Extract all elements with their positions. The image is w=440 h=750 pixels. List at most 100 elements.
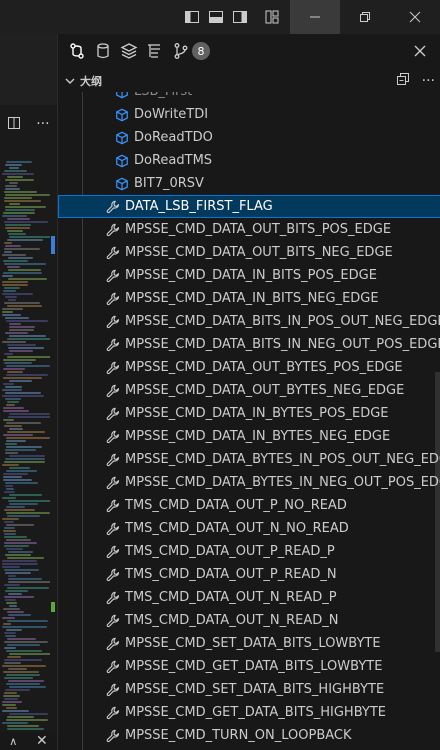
outline-item-label: TMS_CMD_DATA_OUT_N_READ_P <box>125 590 337 605</box>
outline-item-constant[interactable]: MPSSE_CMD_SET_DATA_BITS_LOWBYTE <box>58 632 440 655</box>
minimap-line <box>6 161 32 163</box>
minimap-line <box>5 392 41 394</box>
minimap-line <box>6 539 31 541</box>
outline-item-constant[interactable]: MPSSE_CMD_SET_DATA_BITS_HIGHBYTE <box>58 678 440 701</box>
outline-item-constant[interactable]: MPSSE_CMD_GET_DATA_BITS_HIGHBYTE <box>58 701 440 724</box>
outline-item-method[interactable]: BIT7_0RSV <box>58 172 440 195</box>
outline-item-constant[interactable]: TMS_CMD_DATA_OUT_P_NO_READ <box>58 494 440 517</box>
more-actions-icon[interactable]: ··· <box>422 73 435 89</box>
outline-item-constant[interactable]: MPSSE_CMD_DATA_OUT_BYTES_NEG_EDGE <box>58 379 440 402</box>
minimap-line <box>3 212 35 214</box>
minimap-line <box>9 503 38 505</box>
editor-actions: ··· <box>0 112 57 136</box>
outline-item-constant[interactable]: TMS_CMD_DATA_OUT_N_READ_N <box>58 609 440 632</box>
minimize-button[interactable] <box>290 0 340 34</box>
outline-item-constant[interactable]: TMS_CMD_DATA_OUT_P_READ_N <box>58 563 440 586</box>
outline-item-label: MPSSE_CMD_DATA_BITS_IN_NEG_OUT_POS_EDGE <box>125 337 440 352</box>
minimap-line <box>7 725 39 727</box>
outline-item-constant[interactable]: TMS_CMD_DATA_OUT_N_READ_P <box>58 586 440 609</box>
git-branch-icon[interactable] <box>170 40 192 62</box>
extensions-icon[interactable] <box>118 40 140 62</box>
outline-item-constant[interactable]: MPSSE_CMD_DATA_OUT_BITS_POS_EDGE <box>58 218 440 241</box>
minimap-line <box>3 671 39 673</box>
outline-item-constant[interactable]: MPSSE_CMD_DATA_IN_BYTES_POS_EDGE <box>58 402 440 425</box>
outline-section-header[interactable]: 大纲 ··· <box>58 70 440 92</box>
outline-item-method[interactable]: DoReadTMS <box>58 149 440 172</box>
close-window-button[interactable] <box>390 0 440 34</box>
minimap-line <box>9 236 50 238</box>
wrench-icon <box>105 291 121 307</box>
minimap-line <box>5 398 21 400</box>
restore-button[interactable] <box>340 0 390 34</box>
minimap-line <box>9 329 34 331</box>
outline-item-constant[interactable]: MPSSE_CMD_DATA_BYTES_IN_NEG_OUT_POS_EDGE <box>58 471 440 494</box>
section-actions: ··· <box>384 70 435 92</box>
minimap[interactable] <box>0 160 50 735</box>
outline-item-constant[interactable]: MPSSE_CMD_DATA_BYTES_IN_POS_OUT_NEG_EDGE <box>58 448 440 471</box>
panel-controls: ∧ ✕ <box>0 732 57 750</box>
outline-item-label: TMS_CMD_DATA_OUT_P_READ_P <box>125 544 335 559</box>
minimap-line <box>2 254 26 256</box>
outline-item-constant[interactable]: MPSSE_CMD_DATA_IN_BITS_NEG_EDGE <box>58 287 440 310</box>
split-editor-icon[interactable] <box>7 115 21 134</box>
outline-item-constant[interactable]: MPSSE_CMD_DATA_OUT_BITS_NEG_EDGE <box>58 241 440 264</box>
minimap-line <box>5 206 46 208</box>
minimap-line <box>4 302 40 304</box>
database-icon[interactable] <box>92 40 114 62</box>
minimap-line <box>8 551 33 553</box>
minimap-line <box>6 437 50 439</box>
more-actions-icon[interactable]: ··· <box>36 116 49 132</box>
source-control-icon[interactable] <box>66 40 88 62</box>
title-bar <box>0 0 440 34</box>
collapse-all-icon[interactable] <box>396 72 410 90</box>
outline-item-constant[interactable]: MPSSE_CMD_DATA_OUT_BYTES_POS_EDGE <box>58 356 440 379</box>
outline-item-label: MPSSE_CMD_DATA_IN_BITS_NEG_EDGE <box>125 291 379 306</box>
minimap-line <box>9 455 45 457</box>
minimap-line <box>8 593 22 595</box>
minimap-line <box>8 278 47 280</box>
minimap-line <box>4 491 15 493</box>
outline-item-constant[interactable]: MPSSE_CMD_DATA_IN_BYTES_NEG_EDGE <box>58 425 440 448</box>
minimap-line <box>6 707 17 709</box>
outline-item-constant[interactable]: TMS_CMD_DATA_OUT_P_READ_P <box>58 540 440 563</box>
wrench-icon <box>105 705 121 721</box>
minimap-line <box>4 662 21 664</box>
minimap-line <box>8 614 31 616</box>
minimap-line <box>5 194 50 196</box>
close-icon[interactable]: ✕ <box>36 733 48 749</box>
minimap-line <box>6 440 26 442</box>
outline-item-label: TMS_CMD_DATA_OUT_P_NO_READ <box>125 498 347 513</box>
toggle-primary-sidebar-icon[interactable] <box>180 5 204 29</box>
minimap-line <box>5 317 29 319</box>
outline-item-constant[interactable]: TMS_CMD_DATA_OUT_N_NO_READ <box>58 517 440 540</box>
customize-layout-icon[interactable] <box>260 5 284 29</box>
close-panel-button[interactable] <box>409 40 431 62</box>
minimap-line <box>7 338 50 340</box>
outline-item-constant[interactable]: MPSSE_CMD_DATA_BITS_IN_POS_OUT_NEG_EDGE <box>58 310 440 333</box>
method-cube-icon <box>114 107 130 123</box>
outline-item-method[interactable]: DoWriteTDI <box>58 103 440 126</box>
outline-item-constant[interactable]: MPSSE_CMD_DATA_IN_BITS_POS_EDGE <box>58 264 440 287</box>
outline-item-label: DoWriteTDI <box>134 107 209 122</box>
outline-item-label: MPSSE_CMD_DATA_BITS_IN_POS_OUT_NEG_EDGE <box>125 314 440 329</box>
minimap-line <box>5 164 22 166</box>
wrench-icon <box>105 521 121 537</box>
test-tree-icon[interactable] <box>144 40 166 62</box>
chevron-down-icon[interactable] <box>64 75 76 87</box>
minimap-line <box>9 413 50 415</box>
wrench-icon <box>105 199 121 215</box>
chevron-up-icon[interactable]: ∧ <box>9 735 17 748</box>
toggle-panel-icon[interactable] <box>204 5 228 29</box>
outline-item-method[interactable]: DoReadTDO <box>58 126 440 149</box>
toggle-secondary-sidebar-icon[interactable] <box>228 5 252 29</box>
outline-item-constant[interactable]: MPSSE_CMD_DATA_BITS_IN_NEG_OUT_POS_EDGE <box>58 333 440 356</box>
minimap-line <box>4 197 32 199</box>
outline-item-constant[interactable]: MPSSE_CMD_GET_DATA_BITS_LOWBYTE <box>58 655 440 678</box>
outline-item-method[interactable]: LSB_First <box>58 92 440 103</box>
outline-item-constant-selected[interactable]: DATA_LSB_FIRST_FLAG <box>58 195 440 218</box>
minimap-line <box>6 548 23 550</box>
minimap-line <box>7 644 40 646</box>
outline-item-constant[interactable]: MPSSE_CMD_TURN_ON_LOOPBACK <box>58 724 440 747</box>
minimap-line <box>2 284 28 286</box>
wrench-icon <box>105 475 121 491</box>
